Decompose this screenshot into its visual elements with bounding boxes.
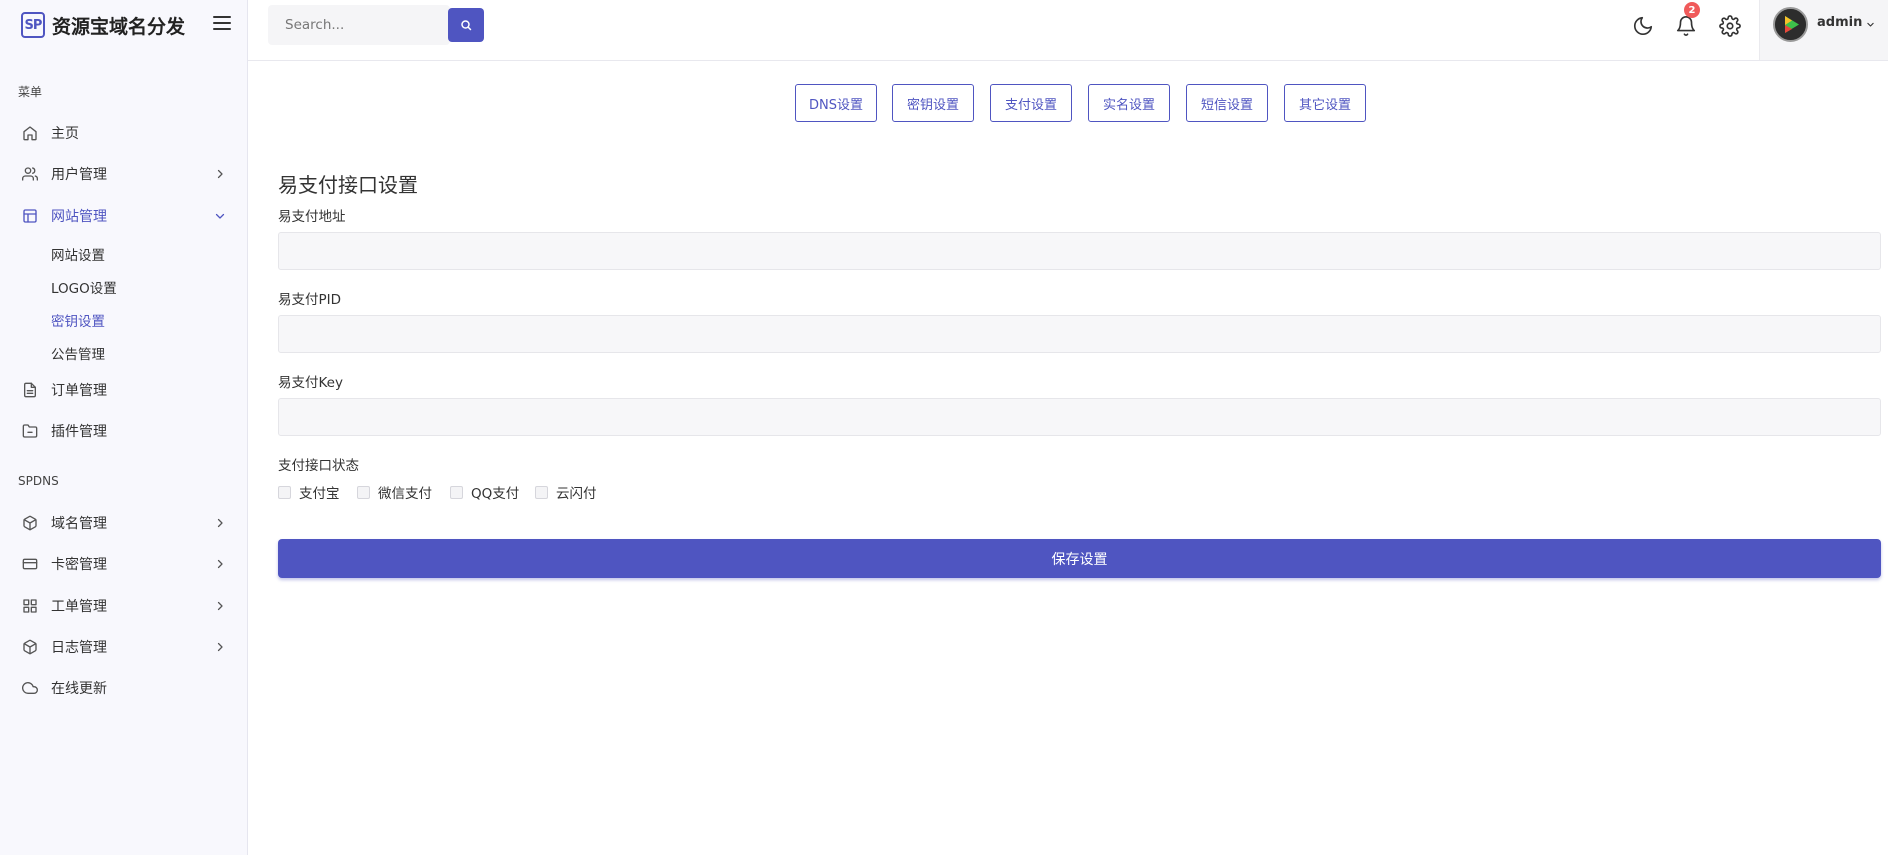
epay-pid-input[interactable] [278,315,1881,353]
sidebar-item-update[interactable]: 在线更新 [0,671,247,705]
box-icon [23,639,37,655]
sidebar-item-label: 工单管理 [51,599,107,615]
chevron-down-icon [1867,22,1874,27]
sidebar-item-users[interactable]: 用户管理 [0,157,247,191]
sidebar-subitem-key-settings[interactable]: 密钥设置 [51,310,105,330]
sidebar-item-label: 插件管理 [51,424,107,440]
checkbox-wechat-pay[interactable]: 微信支付 [357,482,432,502]
chevron-right-icon [217,169,223,179]
sidebar-item-label: 订单管理 [51,383,107,399]
save-settings-button[interactable]: 保存设置 [278,539,1881,578]
sidebar-subitem-announcements[interactable]: 公告管理 [51,343,105,363]
sidebar-item-label: 域名管理 [51,516,107,532]
sidebar: SP 资源宝域名分发 菜单 主页 用户管理 网站管理 网站设置 LOGO设置 密… [0,0,248,855]
chevron-right-icon [217,559,223,569]
epay-url-input[interactable] [278,232,1881,270]
notification-badge: 2 [1684,2,1700,18]
section-title: 易支付接口设置 [278,173,418,197]
sidebar-item-label: 在线更新 [51,681,107,697]
sidebar-item-label: 日志管理 [51,640,107,656]
sidebar-item-domains[interactable]: 域名管理 [0,506,247,540]
tab-sms-settings[interactable]: 短信设置 [1186,84,1268,122]
checkbox-box[interactable] [450,485,463,499]
box-icon [23,515,37,531]
brand-name: 资源宝域名分发 [52,15,186,38]
brand[interactable]: SP 资源宝域名分发 [21,12,185,38]
sidebar-item-home[interactable]: 主页 [0,116,247,150]
username: admin [1817,15,1863,30]
chevron-right-icon [217,518,223,528]
sidebar-item-label: 主页 [51,126,79,142]
field-label-epay-url: 易支付地址 [278,209,346,225]
sidebar-item-website[interactable]: 网站管理 [0,199,247,233]
chevron-right-icon [217,642,223,652]
search-input[interactable] [268,5,448,45]
home-icon [23,126,37,141]
sidebar-item-label: 网站管理 [51,209,107,225]
sidebar-item-label: 用户管理 [51,167,107,183]
search-box [268,5,450,45]
menu-toggle-icon[interactable] [213,16,231,34]
sidebar-item-cards[interactable]: 卡密管理 [0,547,247,581]
user-menu[interactable]: admin [1759,0,1888,60]
sidebar-item-plugins[interactable]: 插件管理 [0,414,247,448]
checkbox-unionpay[interactable]: 云闪付 [535,482,597,502]
sidebar-item-orders[interactable]: 订单管理 [0,373,247,407]
checkbox-label: 微信支付 [378,486,432,502]
tab-payment-settings[interactable]: 支付设置 [990,84,1072,122]
top-header: 2 admin [248,0,1888,61]
card-icon [22,558,38,570]
epay-key-input[interactable] [278,398,1881,436]
search-button[interactable] [448,8,484,42]
sidebar-subitem-site-settings[interactable]: 网站设置 [51,244,105,264]
tab-key-settings[interactable]: 密钥设置 [892,84,974,122]
checkbox-box[interactable] [357,485,370,499]
users-icon [22,167,38,181]
field-label-epay-pid: 易支付PID [278,292,342,308]
search-icon [461,20,472,31]
field-label-epay-key: 易支付Key [278,375,343,391]
chevron-right-icon [217,601,223,611]
play-logo-icon [1775,9,1806,40]
checkbox-label: QQ支付 [471,486,520,502]
moon-icon[interactable] [1632,15,1654,37]
folder-icon [22,424,38,438]
gear-icon[interactable] [1719,15,1741,37]
sidebar-item-tickets[interactable]: 工单管理 [0,589,247,623]
sidebar-subitem-logo-settings[interactable]: LOGO设置 [51,277,117,297]
tab-dns-settings[interactable]: DNS设置 [795,84,877,122]
avatar [1773,7,1808,42]
file-icon [24,382,36,398]
checkbox-alipay[interactable]: 支付宝 [278,482,340,502]
brand-logo: SP [21,12,45,38]
layout-icon [23,209,37,223]
sidebar-item-logs[interactable]: 日志管理 [0,630,247,664]
chevron-down-icon [215,213,225,219]
tab-realname-settings[interactable]: 实名设置 [1088,84,1170,122]
checkbox-label: 云闪付 [556,486,597,502]
menu-heading: 菜单 [18,85,43,99]
sidebar-item-label: 卡密管理 [51,557,107,573]
tab-other-settings[interactable]: 其它设置 [1284,84,1366,122]
checkbox-qq-pay[interactable]: QQ支付 [450,482,519,502]
cloud-icon [22,682,38,695]
spdns-heading: SPDNS [18,474,59,488]
payment-status-label: 支付接口状态 [278,458,359,474]
grid-icon [23,599,37,613]
checkbox-box[interactable] [535,485,548,499]
checkbox-box[interactable] [278,485,291,499]
bell-icon[interactable] [1675,15,1697,37]
checkbox-label: 支付宝 [299,486,340,502]
